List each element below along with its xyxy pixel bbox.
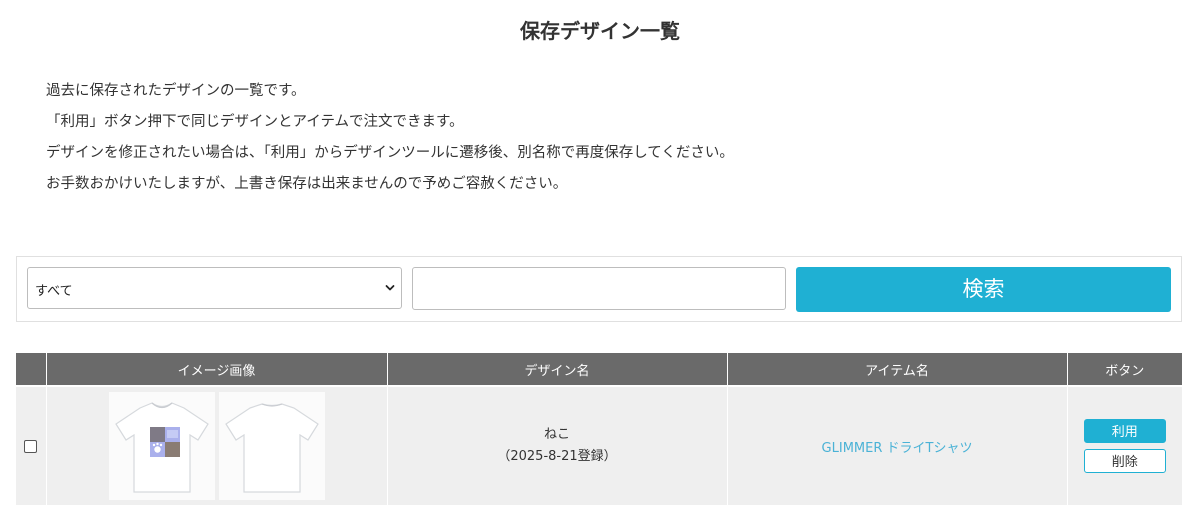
- search-button[interactable]: 検索: [796, 267, 1171, 312]
- registered-date: （2025-8-21登録）: [497, 449, 617, 464]
- chevron-down-icon: [385, 285, 395, 291]
- tshirt-back-icon: [224, 403, 319, 493]
- use-button[interactable]: 利用: [1083, 419, 1166, 443]
- front-thumbnail[interactable]: [108, 392, 215, 500]
- saved-designs-table: イメージ画像 デザイン名 アイテム名 ボタン ねこ （2025-8-21登録） …: [16, 353, 1182, 505]
- category-select-value: すべて: [35, 284, 73, 299]
- row-checkbox[interactable]: [24, 439, 38, 453]
- item-name-link[interactable]: GLIMMER ドライTシャツ: [822, 441, 973, 456]
- header-buttons: ボタン: [1067, 353, 1182, 386]
- buttons-cell: 利用 削除: [1067, 385, 1183, 505]
- header-checkbox: [16, 353, 47, 386]
- header-design-name: デザイン名: [387, 353, 728, 386]
- delete-button[interactable]: 削除: [1083, 449, 1166, 473]
- page-description: 過去に保存されたデザインの一覧です。 「利用」ボタン押下で同じデザインとアイテム…: [46, 76, 734, 200]
- row-actions: 利用 削除: [1068, 419, 1183, 473]
- category-select[interactable]: すべて: [27, 267, 402, 309]
- description-line: 過去に保存されたデザインの一覧です。: [46, 83, 306, 99]
- page: 保存デザイン一覧 過去に保存されたデザインの一覧です。 「利用」ボタン押下で同じ…: [0, 0, 1200, 517]
- table-row: ねこ （2025-8-21登録） GLIMMER ドライTシャツ 利用 削除: [16, 385, 1183, 505]
- description-line: 「利用」ボタン押下で同じデザインとアイテムで注文できます。: [46, 114, 464, 130]
- header-item-name: アイテム名: [727, 353, 1068, 386]
- header-image: イメージ画像: [46, 353, 388, 386]
- item-name-cell: GLIMMER ドライTシャツ: [727, 385, 1068, 505]
- table-header-row: イメージ画像 デザイン名 アイテム名 ボタン: [16, 353, 1182, 386]
- back-thumbnail[interactable]: [218, 392, 325, 500]
- tshirt-front-icon: [114, 402, 209, 493]
- design-name-cell: ねこ （2025-8-21登録）: [387, 385, 728, 505]
- description-line: デザインを修正されたい場合は、「利用」からデザインツールに遷移後、別名称で再度保…: [46, 145, 734, 161]
- checkbox-cell: [16, 385, 47, 505]
- description-line: お手数おかけいたしますが、上書き保存は出来ませんので予めご容赦ください。: [46, 176, 568, 192]
- design-thumbnails: [47, 392, 387, 500]
- search-panel: すべて 検索: [16, 256, 1182, 322]
- image-cell: [46, 385, 388, 505]
- keyword-input[interactable]: [412, 267, 786, 310]
- design-name: ねこ: [543, 427, 570, 442]
- page-title: 保存デザイン一覧: [520, 19, 680, 43]
